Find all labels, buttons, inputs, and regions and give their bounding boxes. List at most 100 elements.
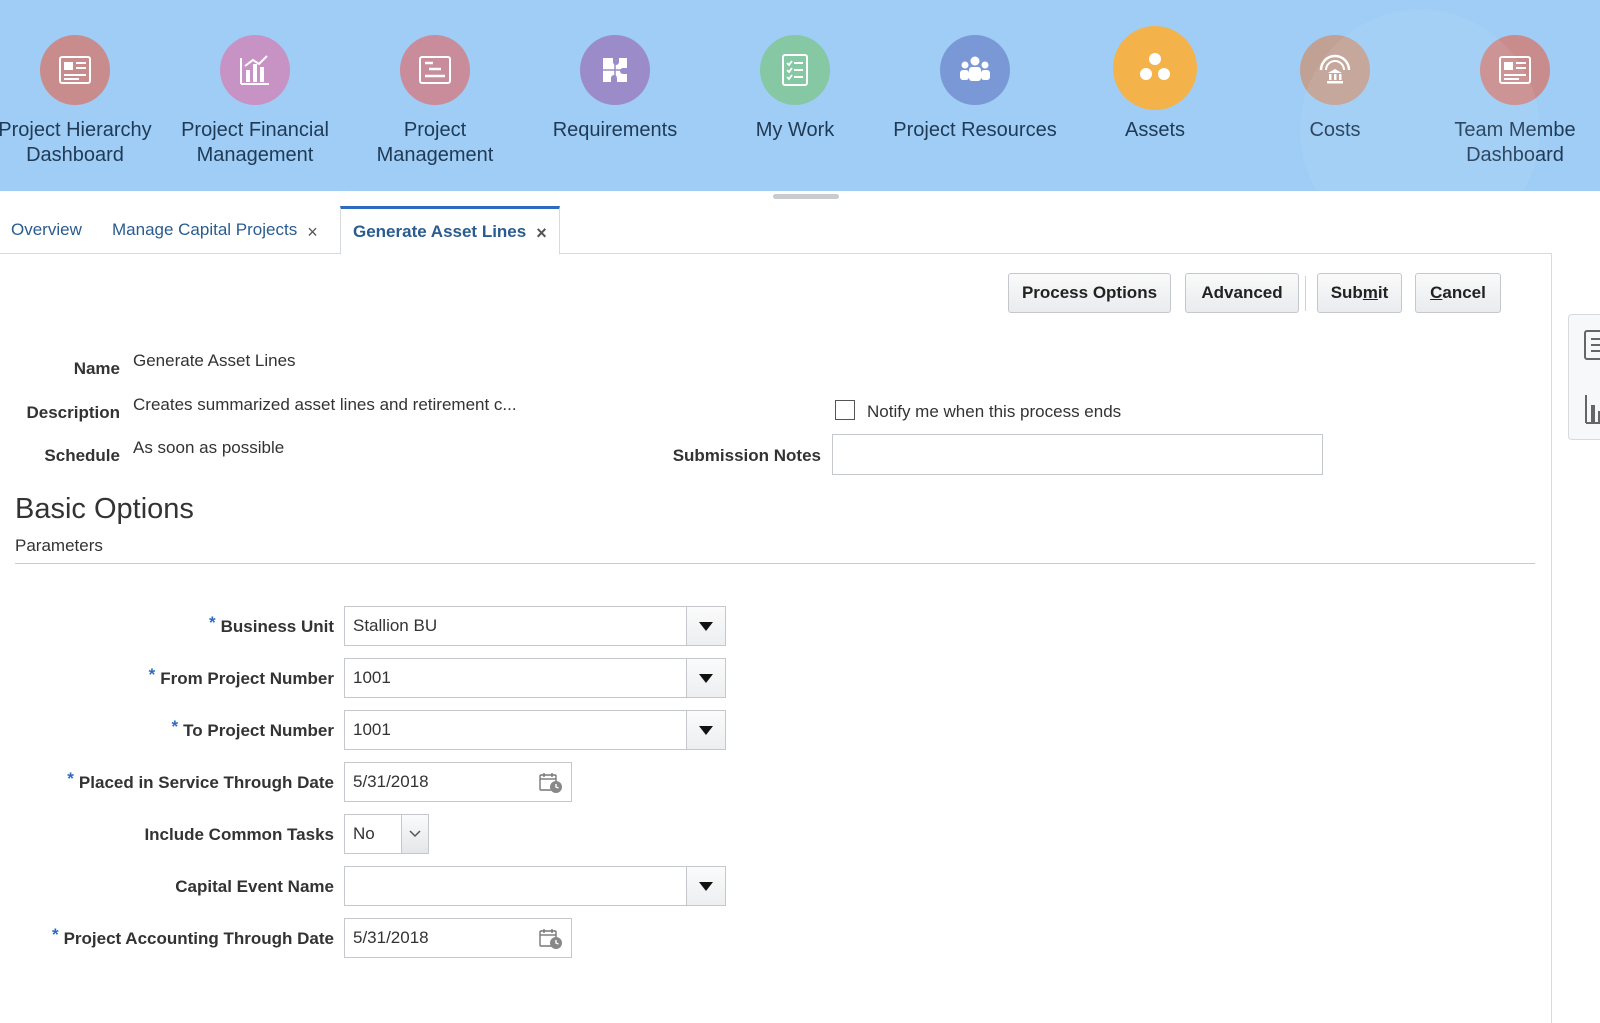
nav-label-line: Dashboard: [1466, 144, 1564, 166]
placed-in-service-date-label: * Placed in Service Through Date: [67, 769, 334, 793]
assets-icon: [1113, 26, 1197, 110]
navigator-strip: Project Hierarchy Dashboard Project Finan…: [0, 0, 1600, 191]
nav-team-member-dashboard[interactable]: Team Membe Dashboard: [1425, 0, 1600, 191]
business-unit-value: Stallion BU: [353, 616, 438, 635]
dropdown-button[interactable]: [686, 867, 725, 905]
label-text: From Project Number: [160, 669, 334, 688]
close-icon[interactable]: ×: [536, 223, 547, 244]
required-indicator: *: [67, 769, 74, 788]
nav-label-line: Project Financial: [181, 119, 329, 141]
dropdown-button[interactable]: [686, 659, 725, 697]
nav-requirements[interactable]: Requirements: [525, 0, 705, 191]
button-text: it: [1377, 283, 1389, 302]
from-project-number-value: 1001: [353, 668, 391, 687]
placed-in-service-date-value: 5/31/2018: [353, 772, 429, 791]
chart-icon[interactable]: [1583, 391, 1600, 427]
process-options-button[interactable]: Process Options: [1008, 273, 1171, 313]
project-accounting-date-value: 5/31/2018: [353, 928, 429, 947]
access-key: m: [1362, 283, 1378, 302]
calendar-icon[interactable]: [539, 928, 563, 950]
gantt-icon: [400, 35, 470, 105]
nav-label-line: My Work: [755, 119, 835, 141]
from-project-number-label: * From Project Number: [149, 665, 334, 689]
nav-label-line: Project Hierarchy: [0, 119, 152, 141]
tab-overview[interactable]: Overview: [11, 206, 82, 254]
cancel-button[interactable]: Cancel: [1415, 273, 1501, 313]
close-icon[interactable]: ×: [307, 222, 318, 243]
navigator-collapse-handle[interactable]: [773, 194, 839, 199]
nav-label-line: Management: [196, 144, 314, 166]
puzzle-icon: [580, 35, 650, 105]
button-text: Sub: [1330, 283, 1363, 302]
description-value: Creates summarized asset lines and retir…: [133, 395, 517, 414]
tab-manage-capital-projects[interactable]: Manage Capital Projects ×: [112, 206, 318, 254]
label-text: Business Unit: [220, 617, 334, 636]
section-subtitle: Parameters: [15, 536, 103, 555]
advanced-button[interactable]: Advanced: [1185, 273, 1299, 313]
nav-label-line: Costs: [1309, 119, 1361, 141]
include-common-tasks-select[interactable]: No: [344, 814, 429, 854]
name-value: Generate Asset Lines: [133, 351, 296, 370]
project-accounting-date-input[interactable]: 5/31/2018: [344, 918, 572, 958]
label-text: Project Accounting Through Date: [63, 929, 334, 948]
dashboard-icon: [1480, 35, 1550, 105]
triangle-down-icon: [699, 673, 713, 683]
access-key: C: [1430, 283, 1443, 302]
tab-bar: Overview Manage Capital Projects × Gener…: [0, 206, 1552, 255]
required-indicator: *: [209, 613, 216, 632]
nav-assets[interactable]: Assets: [1065, 0, 1245, 191]
button-text: ancel: [1442, 283, 1486, 302]
tab-label: Overview: [11, 220, 82, 239]
submission-notes-input[interactable]: [832, 434, 1323, 475]
nav-label-line: Dashboard: [26, 144, 124, 166]
label-text: Placed in Service Through Date: [78, 773, 334, 792]
people-icon: [940, 35, 1010, 105]
nav-project-financial-management[interactable]: Project Financial Management: [165, 0, 345, 191]
section-divider: [15, 563, 1535, 564]
button-separator: [1305, 276, 1306, 311]
triangle-down-icon: [699, 621, 713, 631]
business-unit-label: * Business Unit: [209, 613, 334, 637]
nav-project-resources[interactable]: Project Resources: [885, 0, 1065, 191]
submission-notes-label: Submission Notes: [672, 446, 821, 465]
placed-in-service-date-input[interactable]: 5/31/2018: [344, 762, 572, 802]
triangle-down-icon: [699, 725, 713, 735]
select-button[interactable]: [401, 815, 428, 853]
side-panel-tray: [1568, 314, 1600, 440]
calendar-icon[interactable]: [539, 772, 563, 794]
dropdown-button[interactable]: [686, 607, 725, 645]
nav-label-line: Requirements: [552, 119, 678, 141]
nav-project-management[interactable]: Project Management: [345, 0, 525, 191]
nav-my-work[interactable]: My Work: [705, 0, 885, 191]
from-project-number-combobox[interactable]: 1001: [344, 658, 726, 698]
nav-label-line: Project: [403, 119, 467, 141]
notify-label: Notify me when this process ends: [867, 402, 1122, 421]
notify-checkbox[interactable]: [835, 400, 855, 420]
dashboard-icon: [40, 35, 110, 105]
schedule-value: As soon as possible: [133, 438, 285, 457]
description-label: Description: [26, 403, 120, 422]
project-accounting-date-label: * Project Accounting Through Date: [52, 925, 334, 949]
nav-costs[interactable]: Costs: [1245, 0, 1425, 191]
dropdown-button[interactable]: [686, 711, 725, 749]
chevron-down-icon: [409, 830, 421, 838]
list-icon[interactable]: [1583, 327, 1600, 363]
required-indicator: *: [171, 717, 179, 736]
bar-chart-icon: [220, 35, 290, 105]
tab-generate-asset-lines[interactable]: Generate Asset Lines ×: [340, 206, 560, 255]
capital-event-name-label: Capital Event Name: [175, 877, 334, 896]
include-common-tasks-value: No: [353, 824, 375, 843]
bank-icon: [1300, 35, 1370, 105]
required-indicator: *: [148, 665, 156, 684]
schedule-label: Schedule: [44, 446, 120, 465]
submit-button[interactable]: Sub m it: [1317, 273, 1402, 313]
nav-label-line: Assets: [1124, 119, 1186, 141]
tab-label: Manage Capital Projects: [112, 220, 298, 239]
business-unit-combobox[interactable]: Stallion BU: [344, 606, 726, 646]
nav-project-hierarchy-dashboard[interactable]: Project Hierarchy Dashboard: [0, 0, 165, 191]
to-project-number-value: 1001: [353, 720, 391, 739]
to-project-number-combobox[interactable]: 1001: [344, 710, 726, 750]
required-indicator: *: [51, 925, 59, 944]
capital-event-name-combobox[interactable]: [344, 866, 726, 906]
to-project-number-label: * To Project Number: [172, 717, 334, 741]
